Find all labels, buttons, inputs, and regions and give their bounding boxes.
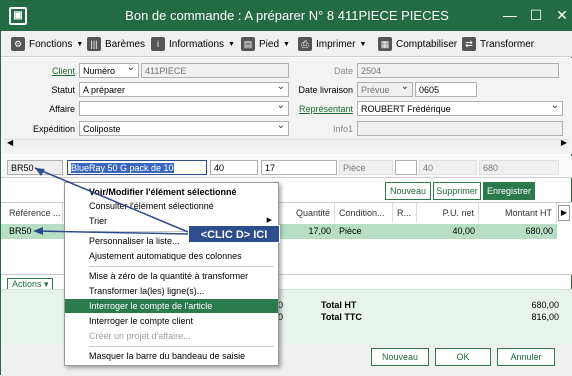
annotation-arrows	[33, 167, 189, 235]
arrow-to-row	[34, 230, 189, 235]
application-window: ▣ Bon de commande : A préparer N° 8 411P…	[0, 0, 572, 376]
click-here-callout: <CLIC D> ICI	[188, 225, 280, 243]
arrowhead-row	[33, 227, 43, 235]
arrow-to-entry	[34, 167, 189, 233]
